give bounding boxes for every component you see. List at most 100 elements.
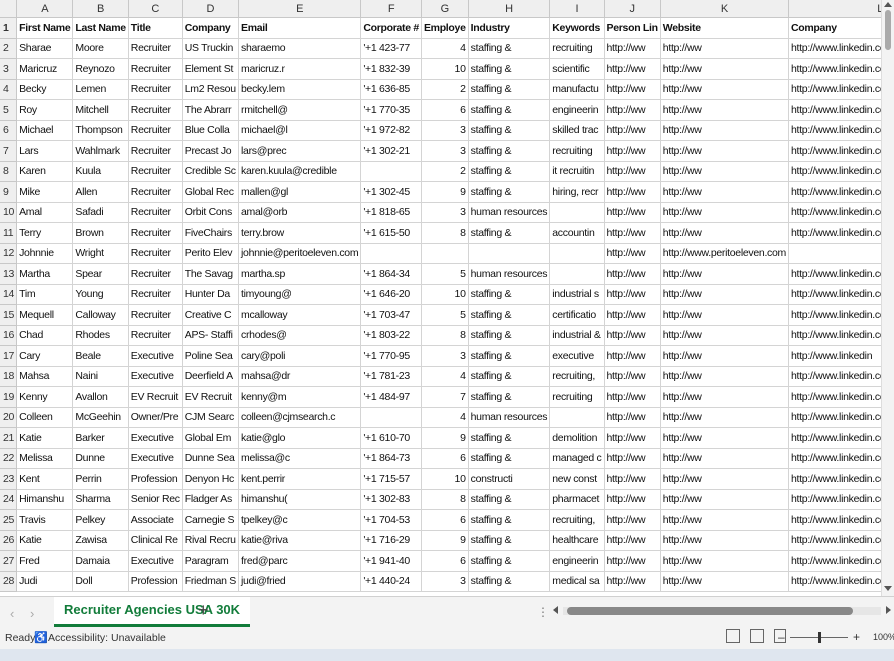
cell[interactable]: Orbit Cons xyxy=(182,202,240,223)
zoom-level[interactable]: 100% xyxy=(873,632,894,642)
cell[interactable]: Katie xyxy=(16,530,74,551)
cell[interactable]: pharmacet xyxy=(549,489,605,510)
cell[interactable]: 6 xyxy=(421,99,469,121)
accessibility-icon[interactable]: ♿ xyxy=(34,631,48,644)
cell[interactable]: Reynozo xyxy=(72,58,129,80)
column-header-i[interactable]: I xyxy=(549,0,605,18)
cell[interactable]: Avallon xyxy=(72,386,129,408)
cell[interactable]: http://www.linkedin.com/comp xyxy=(788,571,894,592)
cell[interactable]: Mike xyxy=(16,181,74,203)
cell[interactable]: http://ww xyxy=(604,79,661,100)
row-number[interactable]: 18 xyxy=(0,366,18,387)
cell[interactable]: 3 xyxy=(421,571,469,592)
cell[interactable]: Mitchell xyxy=(72,99,129,121)
cell[interactable]: http://www.linkedin.com/comp xyxy=(788,284,894,305)
cell[interactable]: staffing & xyxy=(468,448,551,469)
cell[interactable]: Travis xyxy=(16,509,74,531)
cell[interactable]: Kuula xyxy=(72,161,129,182)
cell[interactable]: it recruitin xyxy=(549,161,605,182)
cell[interactable]: industrial & xyxy=(549,325,605,346)
cell[interactable]: '+1 703-47 xyxy=(360,304,422,326)
cell[interactable]: '+1 423-77 xyxy=(360,38,422,59)
cell[interactable]: http://ww xyxy=(660,58,790,80)
cell[interactable]: amal@orb xyxy=(238,202,362,223)
cell[interactable]: http://ww xyxy=(604,407,661,428)
cell[interactable]: staffing & xyxy=(468,140,551,162)
cell[interactable] xyxy=(360,243,422,264)
cell[interactable]: Fladger As xyxy=(182,489,240,510)
cell[interactable]: http://ww xyxy=(660,345,790,367)
cell[interactable]: Executive xyxy=(128,550,183,572)
row-number[interactable]: 9 xyxy=(0,181,18,203)
cell[interactable]: The Abrarr xyxy=(182,99,240,121)
cell[interactable]: '+1 972-82 xyxy=(360,120,422,141)
cell[interactable]: http://ww xyxy=(604,468,661,490)
cell[interactable]: http://ww xyxy=(660,325,790,346)
cell[interactable]: http://ww xyxy=(604,530,661,551)
cell[interactable]: The Savag xyxy=(182,263,240,285)
cell[interactable]: 2 xyxy=(421,79,469,100)
cell[interactable]: recruiting xyxy=(549,38,605,59)
cell[interactable]: melissa@c xyxy=(238,448,362,469)
cell[interactable]: Employe xyxy=(421,17,469,39)
cell[interactable]: Recruiter xyxy=(128,304,183,326)
cell[interactable]: Global Em xyxy=(182,427,240,449)
scroll-left-icon[interactable] xyxy=(553,606,558,614)
row-number[interactable]: 15 xyxy=(0,304,18,326)
cell[interactable]: Carnegie S xyxy=(182,509,240,531)
cell[interactable]: http://ww xyxy=(660,468,790,490)
cell[interactable]: Allen xyxy=(72,181,129,203)
cell[interactable]: Recruiter xyxy=(128,222,183,244)
cell[interactable]: '+1 781-23 xyxy=(360,366,422,387)
row-number[interactable]: 10 xyxy=(0,202,18,223)
cell[interactable]: mallen@gl xyxy=(238,181,362,203)
cell[interactable]: Profession xyxy=(128,571,183,592)
cell[interactable]: 3 xyxy=(421,140,469,162)
cell[interactable]: Lars xyxy=(16,140,74,162)
cell[interactable]: http://ww xyxy=(660,427,790,449)
cell[interactable]: 3 xyxy=(421,120,469,141)
cell[interactable]: http://ww xyxy=(660,366,790,387)
cell[interactable]: accountin xyxy=(549,222,605,244)
cell[interactable]: 10 xyxy=(421,284,469,305)
cell[interactable]: human resources xyxy=(468,202,551,223)
cell[interactable]: http://www.peritoeleven.com xyxy=(660,243,790,264)
cell[interactable]: mahsa@dr xyxy=(238,366,362,387)
cell[interactable]: Recruiter xyxy=(128,284,183,305)
row-number[interactable]: 22 xyxy=(0,448,18,469)
row-number[interactable]: 16 xyxy=(0,325,18,346)
cell[interactable]: Executive xyxy=(128,448,183,469)
cell[interactable]: http://www.linkedin.com/comp xyxy=(788,386,894,408)
cell[interactable]: Keywords xyxy=(549,17,605,39)
cell[interactable]: Executive xyxy=(128,345,183,367)
cell[interactable]: http://www.linkedin.com/comp xyxy=(788,304,894,326)
cell[interactable]: http://www.linkedin.com/comp xyxy=(788,99,894,121)
cell[interactable]: Recruiter xyxy=(128,181,183,203)
cell[interactable]: Recruiter xyxy=(128,99,183,121)
cell[interactable]: 3 xyxy=(421,345,469,367)
add-sheet-button[interactable]: + xyxy=(198,600,209,621)
cell[interactable]: http://ww xyxy=(660,222,790,244)
accessibility-status[interactable]: Accessibility: Unavailable xyxy=(48,632,166,644)
cell[interactable]: Dunne Sea xyxy=(182,448,240,469)
cell[interactable]: http://www.linkedin.com/comp xyxy=(788,222,894,244)
cell[interactable]: http://www.linkedin.com/comp xyxy=(788,202,894,223)
cell[interactable]: hiring, recr xyxy=(549,181,605,203)
cell[interactable]: http://ww xyxy=(660,99,790,121)
cell[interactable]: '+1 941-40 xyxy=(360,550,422,572)
row-number[interactable]: 27 xyxy=(0,550,18,572)
cell[interactable]: staffing & xyxy=(468,345,551,367)
cell[interactable]: http://www.linkedin.com/comp xyxy=(788,509,894,531)
cell[interactable]: michael@l xyxy=(238,120,362,141)
cell[interactable] xyxy=(549,263,605,285)
cell[interactable]: Terry xyxy=(16,222,74,244)
cell[interactable]: '+1 704-53 xyxy=(360,509,422,531)
cell[interactable]: http://ww xyxy=(604,263,661,285)
cell[interactable]: http://ww xyxy=(604,366,661,387)
zoom-out-button[interactable]: – xyxy=(778,630,785,644)
cell[interactable]: McGeehin xyxy=(72,407,129,428)
cell[interactable]: Wright xyxy=(72,243,129,264)
cell[interactable]: Profession xyxy=(128,468,183,490)
cell[interactable]: '+1 302-45 xyxy=(360,181,422,203)
cell[interactable]: Kenny xyxy=(16,386,74,408)
